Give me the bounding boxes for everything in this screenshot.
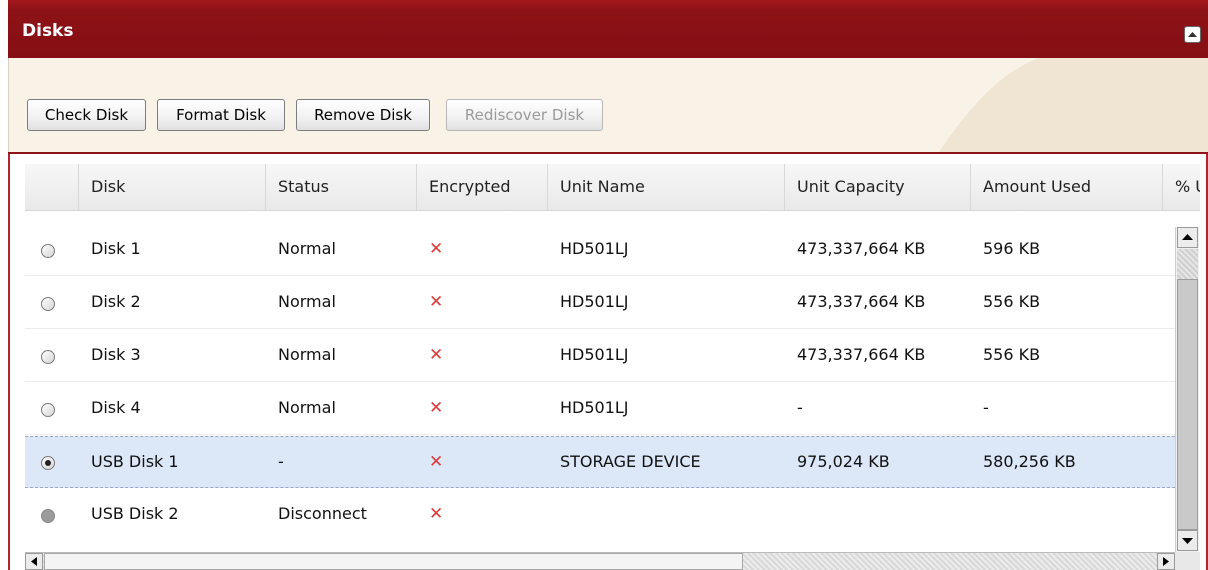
remove-disk-button[interactable]: Remove Disk: [296, 99, 430, 131]
header-unit-capacity[interactable]: Unit Capacity: [785, 164, 971, 210]
disk-name: USB Disk 1: [91, 452, 179, 471]
disk-name: USB Disk 2: [91, 504, 179, 523]
table-row[interactable]: Disk 3 Normal ✕ HD501LJ 473,337,664 KB 5…: [25, 330, 1175, 382]
amount-used: 556 KB: [983, 292, 1041, 311]
header-status[interactable]: Status: [266, 164, 417, 210]
x-mark-icon: ✕: [429, 292, 444, 312]
table-row[interactable]: Disk 4 Normal ✕ HD501LJ - -: [25, 383, 1175, 435]
horizontal-scrollbar[interactable]: [25, 552, 1175, 570]
header-percent-used[interactable]: % U: [1163, 164, 1200, 210]
radio-icon[interactable]: [41, 350, 55, 364]
disk-status: Normal: [278, 345, 336, 364]
unit-name: [548, 489, 560, 541]
disk-name: Disk 3: [91, 345, 141, 364]
disk-status: Normal: [278, 239, 336, 258]
table-row[interactable]: Disk 2 Normal ✕ HD501LJ 473,337,664 KB 5…: [25, 277, 1175, 329]
x-mark-icon: ✕: [429, 398, 444, 418]
radio-icon[interactable]: [41, 244, 55, 258]
x-mark-icon: ✕: [429, 239, 444, 259]
disk-status: Normal: [278, 292, 336, 311]
amount-used: 596 KB: [983, 239, 1041, 258]
unit-capacity: 473,337,664 KB: [797, 239, 926, 258]
header-disk[interactable]: Disk: [79, 164, 266, 210]
table-header: Disk Status Encrypted Unit Name Unit Cap…: [25, 164, 1200, 211]
radio-icon[interactable]: [41, 297, 55, 311]
unit-name: HD501LJ: [560, 345, 629, 364]
amount-used: -: [983, 398, 989, 417]
check-disk-button[interactable]: Check Disk: [27, 99, 146, 131]
disk-name: Disk 2: [91, 292, 141, 311]
unit-capacity: 473,337,664 KB: [797, 345, 926, 364]
unit-capacity: -: [797, 398, 803, 417]
unit-capacity: 975,024 KB: [797, 452, 890, 471]
collapse-up-icon[interactable]: [1184, 26, 1201, 43]
unit-name: STORAGE DEVICE: [560, 452, 701, 471]
table-row[interactable]: Disk 1 Normal ✕ HD501LJ 473,337,664 KB 5…: [25, 224, 1175, 276]
disk-table: Disk Status Encrypted Unit Name Unit Cap…: [25, 164, 1200, 570]
horizontal-scroll-thumb[interactable]: [44, 553, 743, 570]
amount-used: 580,256 KB: [983, 452, 1076, 471]
table-row[interactable]: USB Disk 2 Disconnect ✕: [25, 489, 1175, 541]
rediscover-disk-button: Rediscover Disk: [446, 99, 603, 131]
header-encrypted[interactable]: Encrypted: [417, 164, 548, 210]
scroll-track[interactable]: [1177, 249, 1198, 279]
format-disk-button[interactable]: Format Disk: [157, 99, 285, 131]
disk-table-container: Disk Status Encrypted Unit Name Unit Cap…: [8, 154, 1208, 570]
vertical-scrollbar[interactable]: [1175, 227, 1199, 552]
scroll-right-arrow-icon[interactable]: [1157, 553, 1175, 570]
amount-used: 556 KB: [983, 345, 1041, 364]
panel-header: Disks: [8, 0, 1208, 58]
header-amount-used[interactable]: Amount Used: [971, 164, 1163, 210]
x-mark-icon: ✕: [429, 452, 444, 472]
unit-capacity: [785, 489, 797, 541]
disk-name: Disk 4: [91, 398, 141, 417]
disk-status: Normal: [278, 398, 336, 417]
scroll-up-arrow-icon[interactable]: [1177, 227, 1198, 248]
radio-icon[interactable]: [41, 403, 55, 417]
table-row-selected[interactable]: USB Disk 1 - ✕ STORAGE DEVICE 975,024 KB…: [25, 436, 1175, 488]
x-mark-icon: ✕: [429, 345, 444, 365]
radio-icon: [41, 509, 55, 523]
x-mark-icon: ✕: [429, 504, 444, 524]
disk-name: Disk 1: [91, 239, 141, 258]
unit-name: HD501LJ: [560, 292, 629, 311]
scroll-down-arrow-icon[interactable]: [1177, 530, 1198, 551]
panel-title: Disks: [22, 21, 74, 41]
header-unit-name[interactable]: Unit Name: [548, 164, 785, 210]
disk-status: Disconnect: [278, 504, 367, 523]
unit-capacity: 473,337,664 KB: [797, 292, 926, 311]
radio-icon[interactable]: [41, 456, 55, 470]
toolbar: Check Disk Format Disk Remove Disk Redis…: [8, 58, 1208, 152]
vertical-scroll-thumb[interactable]: [1177, 279, 1198, 530]
header-select: [25, 164, 79, 210]
scrollbar-corner: [1175, 552, 1200, 570]
disk-status: -: [278, 452, 284, 471]
unit-name: HD501LJ: [560, 239, 629, 258]
amount-used: [971, 489, 983, 541]
unit-name: HD501LJ: [560, 398, 629, 417]
scroll-left-arrow-icon[interactable]: [25, 553, 43, 570]
